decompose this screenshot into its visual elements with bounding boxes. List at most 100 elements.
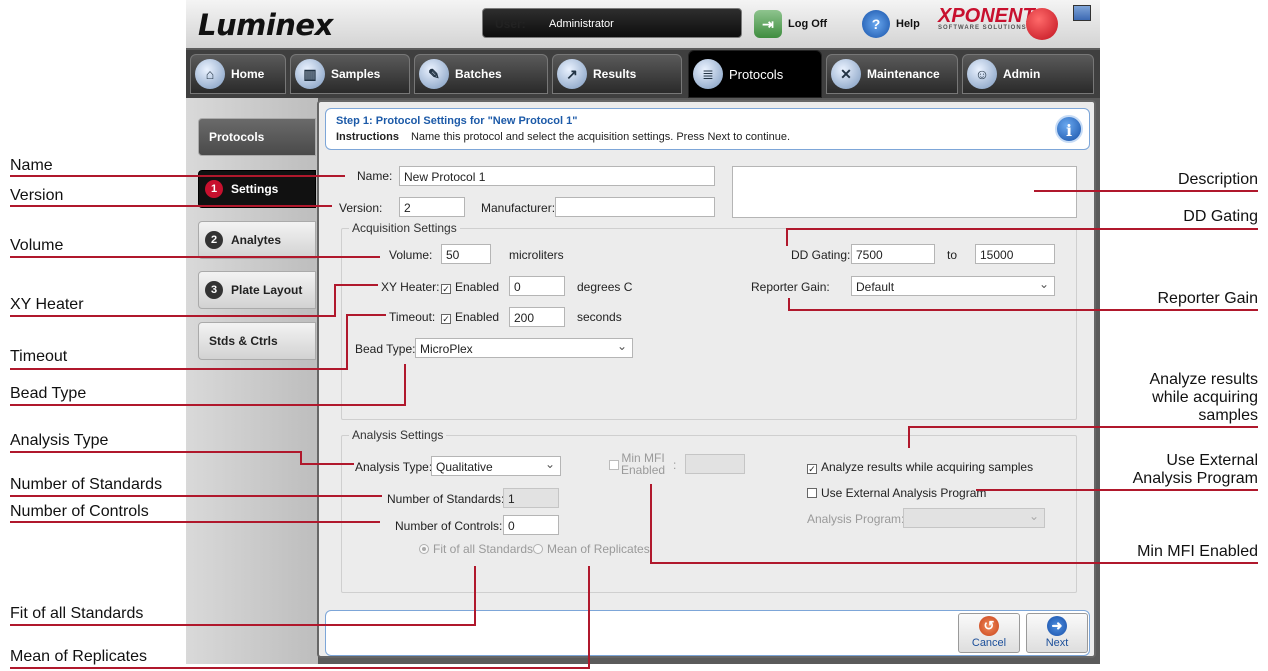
xy-heater-checkbox[interactable]: ✓ Enabled [441,280,499,294]
main-tabs: ⌂ Home ▥ Samples ✎ Batches ↗ Results ≣ P… [186,50,1100,98]
dd-gating-from-input[interactable]: 7500 [851,244,935,264]
step-number: 3 [205,281,223,299]
manufacturer-label: Manufacturer: [481,201,556,215]
tab-home[interactable]: ⌂ Home [190,54,286,94]
fit-all-standards-radio[interactable]: Fit of all Standards [419,542,533,556]
callout-line-analysis-type-h [300,463,354,465]
xy-heater-label: XY Heater: [381,280,440,294]
radio-icon [533,544,543,554]
callout-line-mean-replicates [10,667,590,669]
callout-line-analysis-type [10,451,302,453]
timeout-checkbox[interactable]: ✓ Enabled [441,310,499,324]
next-button[interactable]: ➜ Next [1026,613,1088,653]
callout-line-min-mfi-v [650,484,652,564]
analysis-program-select [903,508,1045,528]
callout-line-reporter-gain-v [788,298,790,310]
callout-line-volume [10,256,380,258]
tab-samples[interactable]: ▥ Samples [290,54,410,94]
name-input[interactable]: New Protocol 1 [399,166,715,186]
protocol-settings-panel: Step 1: Protocol Settings for "New Proto… [317,100,1096,658]
results-icon: ↗ [557,59,587,89]
help-icon: ? [862,10,890,38]
checkbox-icon [609,460,619,470]
number-of-standards-input: 1 [503,488,559,508]
callout-line-timeout [10,368,348,370]
callout-volume: Volume [10,237,64,254]
tab-results[interactable]: ↗ Results [552,54,682,94]
analysis-settings-title: Analysis Settings [349,428,447,442]
cancel-button[interactable]: ↺ Cancel [958,613,1020,653]
callout-name: Name [10,157,53,174]
min-mfi-input [685,454,745,474]
callout-line-fit-standards-v [474,566,476,626]
step-title: Step 1: Protocol Settings for "New Proto… [336,115,578,127]
reporter-gain-select[interactable]: Default [851,276,1055,296]
step-number: 2 [205,231,223,249]
min-mfi-colon: : [673,458,677,472]
callout-fit-standards: Fit of all Standards [10,605,144,622]
callout-num-controls: Number of Controls [10,503,149,520]
tab-protocols[interactable]: ≣ Protocols [688,50,822,98]
minimize-button[interactable] [1073,5,1091,21]
instructions: Instructions Name this protocol and selec… [336,131,791,143]
xponent-logo: XPONENT SOFTWARE SOLUTIONS [938,5,1035,31]
callout-line-dd-gating-v [786,228,788,246]
info-icon[interactable]: i [1055,115,1083,143]
analyze-while-acquiring-checkbox[interactable]: ✓ Analyze results while acquiring samples [807,460,1033,474]
radio-selected-icon [419,544,429,554]
protocols-icon: ≣ [693,59,723,89]
dd-gating-to-input[interactable]: 15000 [975,244,1055,264]
checkbox-checked-icon: ✓ [807,464,817,474]
sidebar-item-plate-layout[interactable]: 3 Plate Layout [198,271,316,309]
sidebar-item-protocols[interactable]: Protocols [198,118,316,156]
dd-gating-to-label: to [947,248,958,262]
callout-line-bead-type [10,404,406,406]
analysis-program-label: Analysis Program: [807,512,905,526]
sidebar-item-stds-ctrls[interactable]: Stds & Ctrls [198,322,316,360]
timeout-label: Timeout: [389,310,436,324]
analysis-type-select[interactable]: Qualitative [431,456,561,476]
help-label: Help [896,18,920,30]
sidebar: Protocols 1 Settings 2 Analytes 3 Plate … [186,98,318,664]
sidebar-item-analytes[interactable]: 2 Analytes [198,221,316,259]
callout-line-analyze-v [908,426,910,448]
volume-input[interactable]: 50 [441,244,491,264]
timeout-input[interactable]: 200 [509,307,565,327]
manufacturer-input[interactable] [555,197,715,217]
mean-replicates-radio[interactable]: Mean of Replicates [533,542,650,556]
callout-analyze: Analyze results while acquiring samples [1149,371,1259,424]
callout-num-standards: Number of Standards [10,476,163,493]
user-label: User: [495,17,526,31]
callout-line-timeout-v [346,314,348,370]
callout-dd-gating: DD Gating [1183,208,1258,225]
use-external-program-checkbox[interactable]: Use External Analysis Program [807,486,986,500]
checkbox-checked-icon: ✓ [441,314,451,324]
user-value: Administrator [549,18,614,30]
volume-unit: microliters [509,248,564,262]
callout-version: Version [10,187,64,204]
checkbox-icon [807,488,817,498]
user-box: User: Administrator [482,8,742,38]
logoff-icon: ⇥ [754,10,782,38]
logoff-button[interactable]: ⇥ Log Off [754,9,827,39]
step-header: Step 1: Protocol Settings for "New Proto… [325,108,1090,150]
xponent-status-icon [1026,8,1058,40]
callout-line-name [10,175,345,177]
xy-heater-input[interactable]: 0 [509,276,565,296]
tab-batches[interactable]: ✎ Batches [414,54,548,94]
description-input[interactable] [732,166,1077,218]
callout-mean-replicates: Mean of Replicates [10,648,147,665]
logoff-label: Log Off [788,18,828,30]
callout-xy-heater: XY Heater [10,296,84,313]
bead-type-select[interactable]: MicroPlex [415,338,633,358]
version-input[interactable]: 2 [399,197,465,217]
number-of-controls-label: Number of Controls: [395,519,503,533]
admin-icon: ☺ [967,59,997,89]
tab-admin[interactable]: ☺ Admin [962,54,1094,94]
callout-line-analyze [908,426,1258,428]
dd-gating-label: DD Gating: [791,248,851,262]
tab-maintenance[interactable]: ✕ Maintenance [826,54,958,94]
help-button[interactable]: ? Help [862,9,920,39]
number-of-controls-input[interactable]: 0 [503,515,559,535]
timeout-unit: seconds [577,310,622,324]
